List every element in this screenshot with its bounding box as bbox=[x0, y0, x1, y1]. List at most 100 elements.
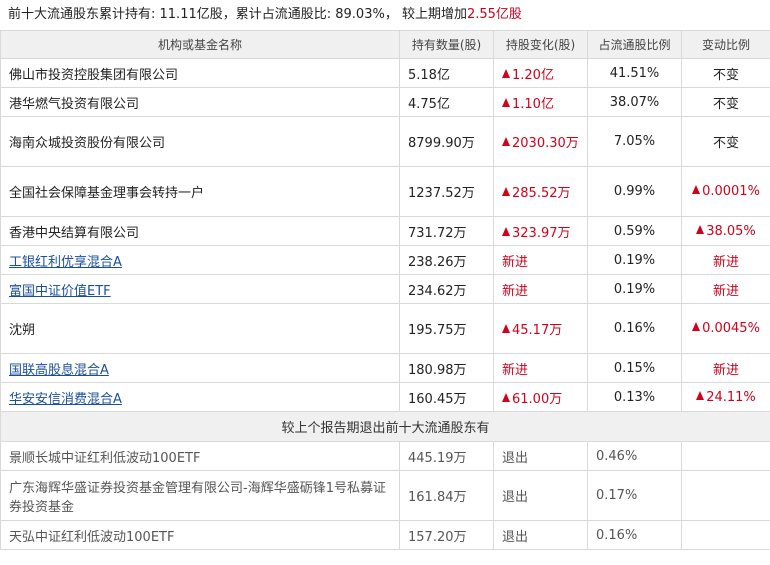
holding-qty: 8799.90万 bbox=[399, 116, 494, 167]
holder-name-cell: 华安安信消费混合A bbox=[0, 382, 400, 412]
holder-name-cell: 工银红利优享混合A bbox=[0, 245, 400, 275]
holding-qty: 160.45万 bbox=[399, 382, 494, 412]
exit-row: 天弘中证红利低波动100ETF 157.20万 退出 0.16% bbox=[0, 520, 770, 550]
holding-qty: 4.75亿 bbox=[399, 87, 494, 117]
exit-holding-qty: 157.20万 bbox=[399, 520, 494, 550]
holding-change-cell: 285.52万 bbox=[493, 166, 588, 217]
holder-name-cell: 国联高股息混合A bbox=[0, 353, 400, 383]
float-ratio: 0.19% bbox=[587, 274, 682, 304]
fund-link[interactable]: 富国中证价值ETF bbox=[9, 284, 111, 299]
holder-name-cell: 富国中证价值ETF bbox=[0, 274, 400, 304]
table-header-row: 机构或基金名称 持有数量(股) 持股变化(股) 占流通股比例 变动比例 bbox=[0, 30, 770, 59]
change-pct-cell: 新进 bbox=[681, 274, 770, 304]
float-ratio: 38.07% bbox=[587, 87, 682, 117]
float-ratio: 0.15% bbox=[587, 353, 682, 383]
holding-change: 2030.30万 bbox=[512, 136, 579, 151]
col-header-pct: 变动比例 bbox=[681, 30, 770, 59]
top-holders-table: 机构或基金名称 持有数量(股) 持股变化(股) 占流通股比例 变动比例 佛山市投… bbox=[0, 30, 770, 550]
fund-link[interactable]: 工银红利优享混合A bbox=[9, 255, 122, 270]
holder-name: 全国社会保障基金理事会转持一户 bbox=[9, 186, 205, 201]
summary-total-hold: 11.11亿股 bbox=[159, 7, 223, 22]
holder-name-cell: 佛山市投资控股集团有限公司 bbox=[0, 58, 400, 88]
table-row: 华安安信消费混合A 160.45万 61.00万 0.13% 24.11% bbox=[0, 382, 770, 412]
exit-float-ratio: 0.46% bbox=[587, 441, 682, 471]
holding-change: 新进 bbox=[502, 362, 529, 378]
arrow-up-icon bbox=[502, 97, 510, 107]
exit-float-ratio: 0.16% bbox=[587, 520, 682, 550]
change-pct-cell: 新进 bbox=[681, 245, 770, 275]
change-pct: 新进 bbox=[712, 283, 739, 299]
exit-status: 退出 bbox=[493, 441, 588, 471]
change-pct-cell: 24.11% bbox=[681, 382, 770, 412]
holder-name-cell: 沈朔 bbox=[0, 303, 400, 354]
exit-section-row: 较上个报告期退出前十大流通股东有 bbox=[0, 411, 770, 442]
arrow-up-icon bbox=[692, 322, 701, 331]
exit-row: 广东海辉华盛证券投资基金管理有限公司-海辉华盛砺锋1号私募证券投资基金 161.8… bbox=[0, 470, 770, 521]
holding-change: 新进 bbox=[502, 283, 529, 299]
holding-change-cell: 新进 bbox=[493, 274, 588, 304]
float-ratio: 0.13% bbox=[587, 382, 682, 412]
change-pct-cell: 不变 bbox=[681, 116, 770, 167]
summary-prefix: 前十大流通股东累计持有: bbox=[8, 7, 160, 22]
exit-holder-name: 天弘中证红利低波动100ETF bbox=[0, 520, 400, 550]
summary-change-label: ， 较上期增加 bbox=[384, 7, 467, 22]
exit-holder-name: 广东海辉华盛证券投资基金管理有限公司-海辉华盛砺锋1号私募证券投资基金 bbox=[0, 470, 400, 521]
float-ratio: 0.99% bbox=[587, 166, 682, 217]
change-pct-cell: 38.05% bbox=[681, 216, 770, 246]
float-ratio: 7.05% bbox=[587, 116, 682, 167]
float-ratio: 41.51% bbox=[587, 58, 682, 88]
holding-change-cell: 新进 bbox=[493, 245, 588, 275]
exit-holder-name: 景顺长城中证红利低波动100ETF bbox=[0, 441, 400, 471]
change-pct: 不变 bbox=[712, 67, 739, 83]
exit-status: 退出 bbox=[493, 520, 588, 550]
exit-status: 退出 bbox=[493, 470, 588, 521]
col-header-qty: 持有数量(股) bbox=[399, 30, 494, 59]
arrow-up-icon bbox=[502, 392, 510, 402]
arrow-up-icon bbox=[696, 224, 705, 234]
holding-change: 323.97万 bbox=[512, 225, 571, 241]
holding-qty: 195.75万 bbox=[399, 303, 494, 354]
change-pct-cell: 0.0045% bbox=[681, 303, 770, 354]
arrow-up-icon bbox=[502, 68, 510, 78]
summary-ratio: 89.03% bbox=[335, 7, 385, 22]
holding-change-cell: 45.17万 bbox=[493, 303, 588, 354]
holder-name-cell: 港华燃气投资有限公司 bbox=[0, 87, 400, 117]
float-ratio: 0.19% bbox=[587, 245, 682, 275]
change-pct: 0.0045% bbox=[702, 321, 760, 336]
change-pct-cell: 0.0001% bbox=[681, 166, 770, 217]
fund-link[interactable]: 国联高股息混合A bbox=[9, 363, 109, 378]
col-header-change: 持股变化(股) bbox=[493, 30, 588, 59]
col-header-ratio: 占流通股比例 bbox=[587, 30, 682, 59]
change-pct: 新进 bbox=[712, 362, 739, 378]
table-row: 全国社会保障基金理事会转持一户 1237.52万 285.52万 0.99% 0.000… bbox=[0, 166, 770, 217]
table-row: 海南众城投资股份有限公司 8799.90万 2030.30万 7.05% 不变 bbox=[0, 116, 770, 167]
arrow-up-icon bbox=[502, 187, 510, 196]
float-ratio: 0.59% bbox=[587, 216, 682, 246]
exit-float-ratio: 0.17% bbox=[587, 470, 682, 521]
change-pct: 24.11% bbox=[706, 389, 756, 405]
table-row: 港华燃气投资有限公司 4.75亿 1.10亿 38.07% 不变 bbox=[0, 87, 770, 117]
holder-name-cell: 香港中央结算有限公司 bbox=[0, 216, 400, 246]
change-pct-cell: 不变 bbox=[681, 58, 770, 88]
holder-name: 香港中央结算有限公司 bbox=[9, 225, 140, 241]
exit-holding-qty: 445.19万 bbox=[399, 441, 494, 471]
holder-summary: 前十大流通股东累计持有: 11.11亿股，累计占流通股比: 89.03%， 较上… bbox=[0, 0, 770, 30]
exit-section-title: 较上个报告期退出前十大流通股东有 bbox=[0, 411, 770, 442]
holder-name: 沈朔 bbox=[9, 323, 36, 338]
table-row: 富国中证价值ETF 234.62万 新进 0.19% 新进 bbox=[0, 274, 770, 304]
holding-change: 新进 bbox=[502, 254, 529, 270]
holding-change-cell: 2030.30万 bbox=[493, 116, 588, 167]
holder-name: 港华燃气投资有限公司 bbox=[9, 96, 140, 112]
holding-qty: 731.72万 bbox=[399, 216, 494, 246]
holder-name: 海南众城投资股份有限公司 bbox=[9, 136, 166, 151]
holding-change: 61.00万 bbox=[512, 391, 563, 407]
table-row: 工银红利优享混合A 238.26万 新进 0.19% 新进 bbox=[0, 245, 770, 275]
fund-link[interactable]: 华安安信消费混合A bbox=[9, 392, 122, 407]
change-pct: 不变 bbox=[712, 136, 739, 151]
change-pct: 新进 bbox=[712, 254, 739, 270]
holding-qty: 238.26万 bbox=[399, 245, 494, 275]
table-row: 香港中央结算有限公司 731.72万 323.97万 0.59% 38.05% bbox=[0, 216, 770, 246]
arrow-up-icon bbox=[502, 226, 510, 236]
holding-change-cell: 61.00万 bbox=[493, 382, 588, 412]
holding-change-cell: 新进 bbox=[493, 353, 588, 383]
